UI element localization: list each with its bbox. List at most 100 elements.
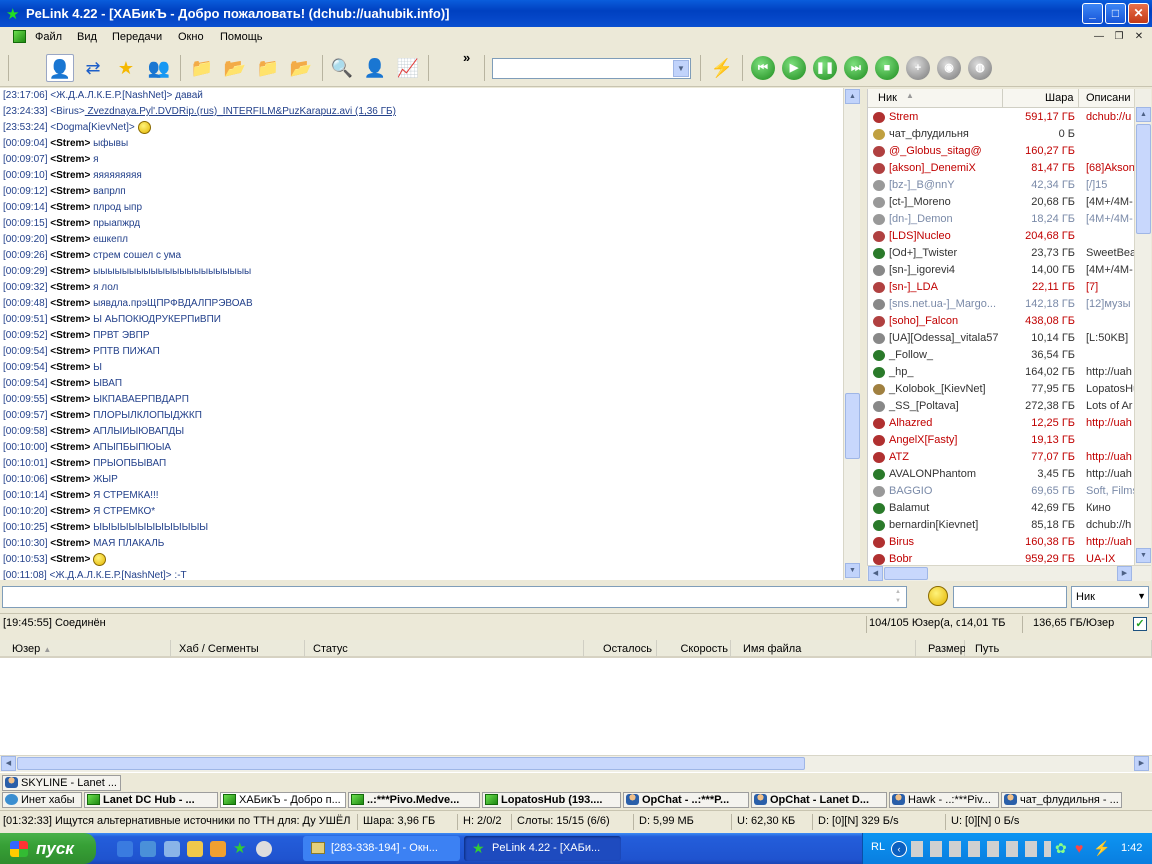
pelink-star-icon[interactable]: ★	[233, 841, 249, 857]
col-path[interactable]: Путь	[965, 640, 1152, 658]
finished-downloads-icon[interactable]: 📂	[221, 54, 249, 82]
quicklaunch-icon[interactable]	[140, 841, 156, 857]
col-share[interactable]: Шара	[1045, 92, 1073, 104]
col-nick[interactable]: Ник	[878, 92, 897, 104]
chat-nick[interactable]: <Strem>	[50, 186, 90, 197]
tray-heart-icon[interactable]: ♥	[1075, 840, 1083, 856]
chat-nick[interactable]: <Strem>	[50, 378, 90, 389]
maximize-button[interactable]: □	[1105, 3, 1126, 24]
tray-flower-icon[interactable]: ✿	[1055, 840, 1067, 857]
chat-nick[interactable]: <Strem>	[50, 266, 90, 277]
user-row[interactable]: [sn-]_LDA 22,11 ГБ [7]	[868, 279, 1138, 296]
user-row[interactable]: [ct-]_Moreno 20,68 ГБ [4M+/4M-	[868, 194, 1138, 211]
chat-nick[interactable]: <Strem>	[50, 410, 90, 421]
hscroll-left-icon[interactable]: ◀	[1, 756, 16, 771]
quicklaunch-icon-3[interactable]	[210, 841, 226, 857]
title-bar[interactable]: ★ PeLink 4.22 - [ХАБикЪ - Добро пожалова…	[0, 0, 1152, 27]
menu-window[interactable]: Окно	[178, 31, 204, 43]
user-row[interactable]: [Od+]_Twister 23,73 ГБ SweetBea	[868, 245, 1138, 262]
user-list[interactable]: Ник ▲ Шара Описани Strem 591,17 ГБ dchub:/…	[867, 89, 1150, 565]
hscroll-left-icon[interactable]: ◀	[868, 566, 883, 581]
chat-nick[interactable]: <Strem>	[50, 538, 90, 549]
transfers-hscroll-thumb[interactable]	[17, 757, 805, 770]
hscroll-right-icon[interactable]: ▶	[1134, 756, 1149, 771]
chat-nick[interactable]: <Strem>	[50, 506, 90, 517]
hscroll-right-icon[interactable]: ▶	[1117, 566, 1132, 581]
tray-lightning-icon[interactable]: ⚡	[1093, 840, 1110, 857]
tab-opchat-lanet[interactable]: OpChat - Lanet D...	[751, 792, 887, 808]
toolbar-overflow-icon[interactable]: »	[463, 50, 470, 65]
next-track-icon[interactable]: ⏭	[844, 56, 868, 80]
chat-nick[interactable]: <Strem>	[50, 394, 90, 405]
folder-icon[interactable]	[187, 841, 203, 857]
search-icon[interactable]: 🔍	[328, 54, 356, 82]
reconnect-icon[interactable]: ⇄	[79, 54, 107, 82]
scroll-up-icon[interactable]: ▲	[845, 89, 860, 104]
chat-nick[interactable]: <Dogma[KievNet]>	[50, 122, 135, 133]
clock[interactable]: 1:42	[1121, 842, 1142, 854]
add-media-icon[interactable]: +	[906, 56, 930, 80]
menu-transfers[interactable]: Передачи	[112, 31, 162, 43]
chat-nick[interactable]: <Ж.Д.А.Л.К.Е.Р.[NashNet]>	[50, 90, 172, 101]
task-window-1[interactable]: [283-338-194] - Окн...	[303, 836, 460, 861]
chat-log[interactable]: [23:17:06] <Ж.Д.А.Л.К.Е.Р.[NashNet]> дав…	[0, 88, 843, 580]
user-search-icon[interactable]: 👤	[361, 54, 389, 82]
menu-view[interactable]: Вид	[77, 31, 97, 43]
user-filter-input[interactable]	[953, 586, 1067, 608]
user-row[interactable]: Strem 591,17 ГБ dchub://u	[868, 109, 1138, 126]
chat-nick[interactable]: <Birus>	[50, 106, 84, 117]
public-hubs-icon[interactable]: 👤	[46, 54, 74, 82]
chat-nick[interactable]: <Strem>	[50, 138, 90, 149]
chat-nick[interactable]: <Strem>	[50, 474, 90, 485]
user-row[interactable]: AVALONPhantom 3,45 ГБ http://uah	[868, 466, 1138, 483]
chevron-down-icon[interactable]: ▼	[673, 60, 689, 77]
pause-icon[interactable]: ❚❚	[813, 56, 837, 80]
tray-collapse-icon[interactable]: ‹	[891, 841, 907, 857]
col-filename[interactable]: Имя файла	[731, 640, 916, 658]
mdi-restore-icon[interactable]: ❐	[1111, 30, 1127, 45]
chat-nick[interactable]: <Strem>	[50, 458, 90, 469]
user-row[interactable]: @_Globus_sitag@ 160,27 ГБ	[868, 143, 1138, 160]
user-row[interactable]: bernardin[Kievnet] 85,18 ГБ dchub://h	[868, 517, 1138, 534]
chat-nick[interactable]: <Strem>	[50, 314, 90, 325]
ie-icon[interactable]	[117, 841, 133, 857]
user-row[interactable]: _Kolobok_[KievNet] 77,95 ГБ LopatosHu	[868, 381, 1138, 398]
start-button[interactable]: пуск	[0, 833, 96, 864]
col-size[interactable]: Размер	[916, 640, 966, 658]
userlist-scrollbar[interactable]: ▲ ▼	[1134, 89, 1151, 565]
task-pelink[interactable]: ★ PeLink 4.22 - [ХАБи...	[464, 836, 621, 861]
scroll-down-icon[interactable]: ▼	[845, 563, 860, 578]
input-spin-icon[interactable]: ▲ ▼	[891, 588, 905, 606]
language-indicator[interactable]: RL	[871, 841, 885, 853]
userlist-scroll-down-icon[interactable]: ▼	[1136, 548, 1151, 563]
finished-uploads-icon[interactable]: 📂	[287, 54, 315, 82]
quicklaunch-icon-2[interactable]	[164, 841, 180, 857]
user-row[interactable]: _Follow_ 36,54 ГБ	[868, 347, 1138, 364]
users-icon[interactable]: 👥	[145, 54, 173, 82]
col-user[interactable]: Юзер ▲	[0, 640, 171, 658]
stop-icon[interactable]: ■	[875, 56, 899, 80]
user-row[interactable]: [UA][Odessa]_vitala57 10,14 ГБ [L:50KB]	[868, 330, 1138, 347]
chat-nick[interactable]: <Strem>	[50, 554, 90, 565]
tab-pivo-medved[interactable]: ..:***Pivo.Medve...	[348, 792, 480, 808]
network-stats-icon[interactable]: 📈	[394, 54, 422, 82]
user-row[interactable]: ATZ 77,07 ГБ http://uah	[868, 449, 1138, 466]
user-row[interactable]: [dn-]_Demon 18,24 ГБ [4M+/4M-	[868, 211, 1138, 228]
chat-scroll-thumb[interactable]	[845, 393, 860, 459]
chat-magnet-link[interactable]: Zvezdnaya.Pyl'.DVDRip.(rus)_INTERFILM&Pu…	[85, 106, 396, 117]
chat-nick[interactable]: <Strem>	[50, 298, 90, 309]
speaker-icon[interactable]: ◉	[937, 56, 961, 80]
play-icon[interactable]: ▶	[782, 56, 806, 80]
user-row[interactable]: AngelX[Fasty] 19,13 ГБ	[868, 432, 1138, 449]
user-row[interactable]: Bobr 959,29 ГБ UA-IX	[868, 551, 1138, 565]
tab-opchat-pivo[interactable]: OpChat - ..:***P...	[623, 792, 749, 808]
user-row[interactable]: [bz-]_B@nnY 42,34 ГБ [/]15	[868, 177, 1138, 194]
chat-nick[interactable]: <Strem>	[50, 490, 90, 501]
chevron-down-icon[interactable]: ▼	[1137, 591, 1146, 601]
user-row[interactable]: Birus 160,38 ГБ http://uah	[868, 534, 1138, 551]
media-player-icon[interactable]	[256, 841, 272, 857]
prev-track-icon[interactable]: ⏮	[751, 56, 775, 80]
col-description[interactable]: Описани	[1086, 92, 1131, 104]
chat-nick[interactable]: <Strem>	[50, 442, 90, 453]
user-row[interactable]: [sn-]_igorevi4 14,00 ГБ [4M+/4M-	[868, 262, 1138, 279]
